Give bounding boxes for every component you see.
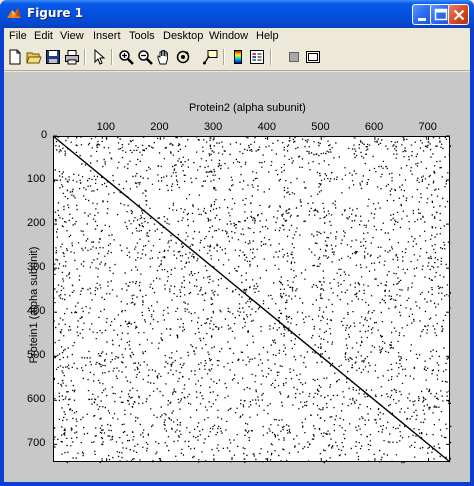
dot-plot-axes[interactable] (4, 72, 470, 482)
figure-window: Figure 1 File Edit View Insert Tools Des… (0, 0, 474, 486)
y-tick-label: 100 (27, 173, 46, 186)
menu-bar: File Edit View Insert Tools Desktop Wind… (4, 28, 470, 45)
print-icon (65, 50, 79, 65)
menu-window[interactable]: Window (209, 30, 248, 42)
menu-desktop[interactable]: Desktop (163, 30, 203, 42)
x-tick-label: 400 (257, 121, 276, 133)
menu-tools[interactable]: Tools (129, 30, 155, 42)
x-axis-label: Protein2 (alpha subunit) (189, 102, 306, 114)
x-tick-label: 600 (364, 121, 384, 133)
show-plot-tools-button[interactable] (304, 48, 322, 66)
toolbar-separator (111, 49, 113, 65)
y-tick-label: 0 (41, 129, 48, 141)
y-tick-label: 300 (27, 261, 46, 274)
menu-insert[interactable]: Insert (93, 30, 121, 42)
window-client-area: File Edit View Insert Tools Desktop Wind… (4, 28, 470, 482)
new-figure-icon (9, 49, 21, 65)
toolbar-separator (270, 49, 272, 65)
close-icon (453, 9, 465, 21)
x-tick-label: 300 (203, 121, 223, 133)
open-file-button[interactable] (25, 48, 43, 66)
y-tick-label: 400 (27, 305, 46, 318)
rotate-3d-button[interactable] (174, 48, 192, 66)
y-tick-label: 600 (27, 393, 46, 406)
print-button[interactable] (63, 48, 81, 66)
menu-help[interactable]: Help (256, 30, 279, 42)
x-tick-label: 500 (311, 121, 330, 133)
insert-colorbar-button[interactable] (229, 48, 247, 66)
matlab-icon (6, 6, 22, 22)
save-icon (46, 50, 60, 64)
y-tick-label: 500 (27, 349, 46, 362)
zoom-in-icon (119, 50, 134, 65)
rotate-3d-icon (176, 50, 190, 64)
hide-plot-tools-button[interactable] (285, 48, 303, 66)
new-figure-button[interactable] (6, 48, 24, 66)
zoom-in-button[interactable] (117, 48, 135, 66)
show-plot-tools-icon (306, 51, 320, 63)
save-button[interactable] (44, 48, 62, 66)
x-tick-label: 100 (96, 121, 115, 133)
insert-legend-button[interactable] (248, 48, 266, 66)
toolbar-separator (84, 49, 86, 65)
close-button[interactable] (448, 4, 469, 25)
y-tick-label: 200 (27, 217, 46, 230)
menu-view[interactable]: View (60, 30, 84, 42)
data-cursor-button[interactable] (201, 48, 219, 66)
figure-canvas: Protein2 (alpha subunit) Protein1 (alpha… (4, 72, 470, 482)
colorbar-icon (234, 50, 242, 64)
edit-plot-button[interactable] (90, 48, 108, 66)
y-tick-label: 700 (27, 437, 46, 450)
title-bar[interactable]: Figure 1 (0, 0, 474, 28)
zoom-out-icon (138, 50, 153, 65)
pointer-icon (94, 49, 106, 65)
menu-file[interactable]: File (9, 30, 27, 42)
figure-toolbar (4, 45, 470, 71)
data-cursor-icon (203, 50, 218, 65)
open-file-icon (26, 52, 42, 64)
x-tick-label: 700 (418, 121, 437, 133)
x-tick-label: 200 (150, 121, 169, 133)
toolbar-separator (223, 49, 225, 65)
pan-hand-icon (157, 50, 168, 65)
window-title: Figure 1 (27, 6, 84, 20)
hide-plot-tools-icon (289, 52, 299, 62)
zoom-out-button[interactable] (136, 48, 154, 66)
legend-icon (250, 50, 264, 64)
menu-edit[interactable]: Edit (34, 30, 53, 42)
pan-button[interactable] (155, 48, 173, 66)
